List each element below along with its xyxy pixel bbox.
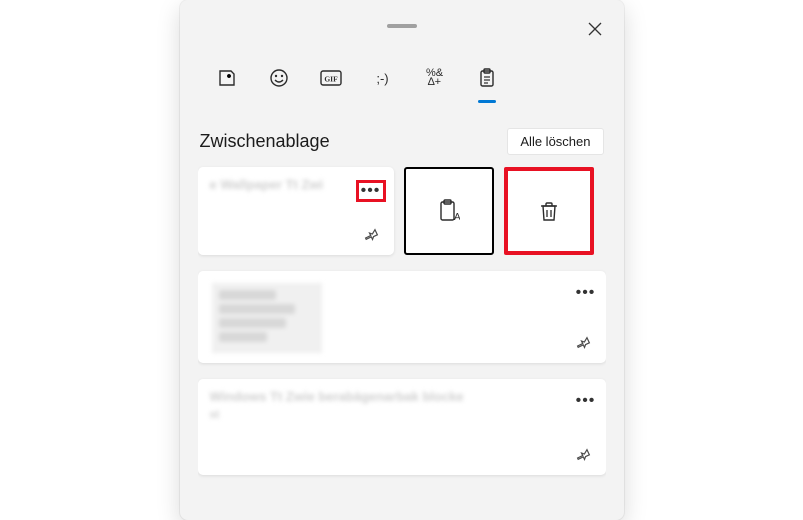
pin-icon xyxy=(576,335,592,351)
clipboard-icon xyxy=(479,68,495,88)
pin-icon xyxy=(576,447,592,463)
ellipsis-icon: ••• xyxy=(576,284,596,302)
svg-text:GIF: GIF xyxy=(324,75,338,84)
delete-button[interactable] xyxy=(504,167,594,255)
clip-item-card[interactable]: Windows Tt Zwie berabägenarbak blocke st… xyxy=(198,379,606,475)
symbols-icon: %&∆+ xyxy=(426,69,443,87)
tab-symbols[interactable]: %&∆+ xyxy=(420,63,450,93)
clip-text-preview: st xyxy=(210,408,594,422)
tab-emoji[interactable] xyxy=(264,63,294,93)
section-title: Zwischenablage xyxy=(200,131,330,152)
tab-gif[interactable]: GIF xyxy=(316,63,346,93)
paste-as-text-button[interactable]: A xyxy=(404,167,494,255)
clip-item-card[interactable]: ••• xyxy=(198,271,606,363)
sticker-icon xyxy=(217,68,237,88)
ellipsis-icon: ••• xyxy=(576,392,596,410)
more-menu-button[interactable]: ••• xyxy=(574,392,598,410)
gif-icon: GIF xyxy=(320,70,342,86)
kaomoji-icon: ;-) xyxy=(376,71,388,86)
emoji-icon xyxy=(269,68,289,88)
more-menu-button[interactable]: ••• xyxy=(356,180,386,202)
clip-text-preview: Windows Tt Zwie berabägenarbak blocke xyxy=(210,389,594,404)
pin-button[interactable] xyxy=(574,445,594,465)
paste-text-icon: A xyxy=(438,198,460,224)
tab-sticker[interactable] xyxy=(212,63,242,93)
clear-all-button[interactable]: Alle löschen xyxy=(507,128,603,155)
trash-icon xyxy=(539,200,559,222)
drag-handle[interactable] xyxy=(387,24,417,28)
pin-button[interactable] xyxy=(362,225,382,245)
content-area: Zwischenablage Alle löschen e Wallpaper … xyxy=(198,128,606,520)
svg-text:A: A xyxy=(454,212,460,223)
tab-clipboard[interactable] xyxy=(472,63,502,93)
tab-row: GIF ;-) %&∆+ xyxy=(212,63,502,93)
tab-kaomoji[interactable]: ;-) xyxy=(368,63,398,93)
pin-button[interactable] xyxy=(574,333,594,353)
more-menu-button[interactable]: ••• xyxy=(574,284,598,302)
clip-image-preview xyxy=(212,283,322,353)
ellipsis-icon: ••• xyxy=(361,182,381,200)
pin-icon xyxy=(364,227,380,243)
emoji-clipboard-panel: GIF ;-) %&∆+ Zwischenablage Alle löschen… xyxy=(180,0,624,520)
section-header: Zwischenablage Alle löschen xyxy=(198,128,606,167)
clip-item-row: e Wallpaper Tt Zwi ••• A xyxy=(198,167,606,255)
close-icon xyxy=(588,22,602,36)
clipboard-items: e Wallpaper Tt Zwi ••• A xyxy=(198,167,606,475)
close-button[interactable] xyxy=(584,18,606,40)
clip-item-card[interactable]: e Wallpaper Tt Zwi ••• xyxy=(198,167,394,255)
